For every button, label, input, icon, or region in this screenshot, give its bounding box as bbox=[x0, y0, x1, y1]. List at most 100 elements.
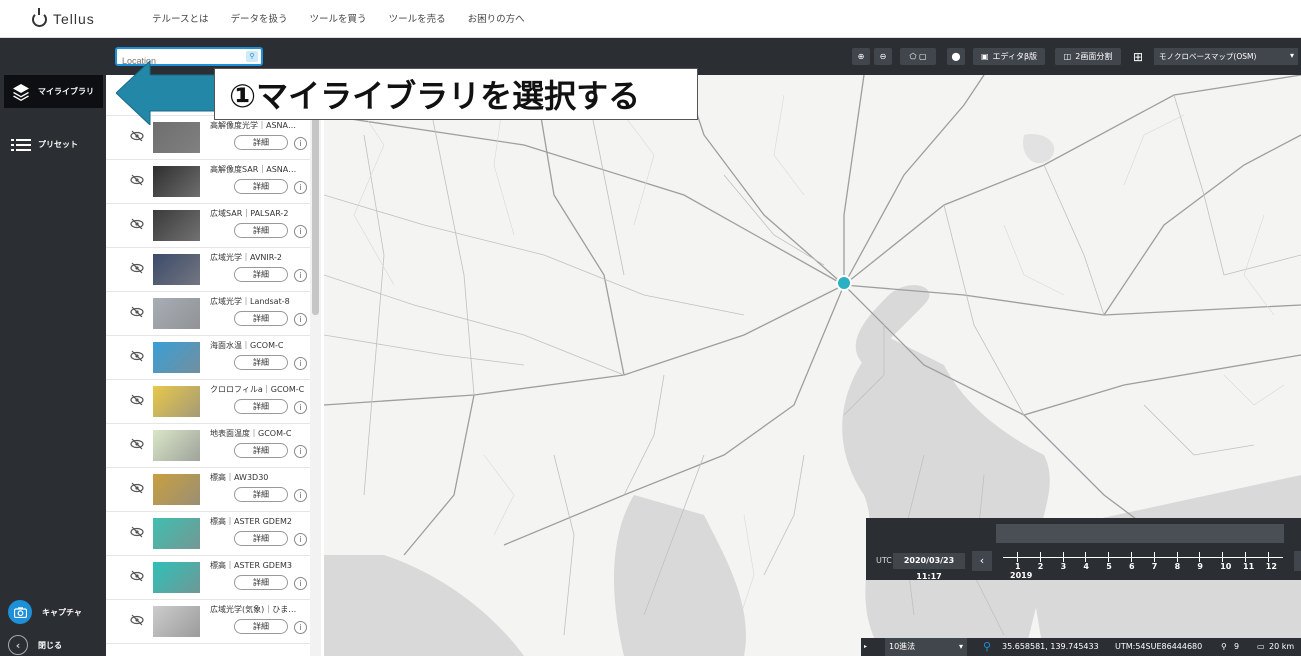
timeline-tick bbox=[1085, 552, 1087, 562]
marker-button[interactable]: ⬤ bbox=[947, 48, 965, 65]
editor-beta-button[interactable]: ▣ エディタβ版 bbox=[973, 48, 1045, 65]
layer-detail-button[interactable]: 詳細 bbox=[234, 399, 288, 414]
current-location-marker[interactable] bbox=[836, 275, 852, 291]
layer-detail-button[interactable]: 詳細 bbox=[234, 355, 288, 370]
layer-row[interactable]: クロロフィルa｜GCOM-C 詳細 i bbox=[106, 380, 310, 424]
eye-slash-icon[interactable] bbox=[130, 218, 144, 232]
zoom-icon: ⚲ bbox=[1221, 642, 1227, 651]
layer-detail-button[interactable]: 詳細 bbox=[234, 531, 288, 546]
timeline-datetime[interactable]: 2020/03/23 11:17 bbox=[893, 553, 965, 581]
layer-detail-button[interactable]: 詳細 bbox=[234, 223, 288, 238]
timeline-tick bbox=[1131, 552, 1132, 562]
info-icon[interactable]: i bbox=[294, 313, 307, 326]
layer-detail-button[interactable]: 詳細 bbox=[234, 311, 288, 326]
info-icon[interactable]: i bbox=[294, 577, 307, 590]
layer-detail-button[interactable]: 詳細 bbox=[234, 487, 288, 502]
dropdown-arrow-icon: ▾ bbox=[958, 642, 963, 651]
layer-detail-button[interactable]: 詳細 bbox=[234, 443, 288, 458]
timeline-range-bar[interactable] bbox=[996, 524, 1284, 543]
timeline-month-label[interactable]: 10 bbox=[1220, 562, 1231, 571]
layer-thumbnail bbox=[153, 518, 200, 549]
nav-link-help[interactable]: お困りの方へ bbox=[468, 11, 525, 25]
basemap-select[interactable]: モノクロベースマップ(OSM) ▾ bbox=[1154, 48, 1298, 65]
timeline-tick bbox=[1153, 552, 1155, 562]
layer-detail-button[interactable]: 詳細 bbox=[234, 267, 288, 282]
nav-link-sell-tools[interactable]: ツールを売る bbox=[389, 11, 446, 25]
info-icon[interactable]: i bbox=[294, 225, 307, 238]
zoom-in-icon: ⊕ bbox=[857, 52, 865, 61]
camera-icon bbox=[8, 600, 32, 624]
eye-slash-icon[interactable] bbox=[130, 350, 144, 364]
layer-row[interactable]: 広域光学｜Landsat-8 詳細 i bbox=[106, 292, 310, 336]
info-icon[interactable]: i bbox=[294, 621, 307, 634]
eye-slash-icon[interactable] bbox=[130, 174, 144, 188]
eye-slash-icon[interactable] bbox=[130, 130, 144, 144]
coordinate-format-select[interactable]: 10進法 ▾ bbox=[885, 638, 967, 656]
layer-row[interactable]: 高解像度SAR｜ASNA… 詳細 i bbox=[106, 160, 310, 204]
editor-label: エディタβ版 bbox=[992, 52, 1038, 61]
scale-icon: ▭ bbox=[1257, 642, 1265, 651]
timeline-month-label[interactable]: 12 bbox=[1266, 562, 1277, 571]
eye-slash-icon[interactable] bbox=[130, 614, 144, 628]
timeline-month-label[interactable]: 7 bbox=[1152, 562, 1158, 571]
info-icon[interactable]: i bbox=[294, 489, 307, 502]
info-icon[interactable]: i bbox=[294, 181, 307, 194]
timeline-month-label[interactable]: 6 bbox=[1129, 562, 1135, 571]
timeline-tick bbox=[1222, 552, 1224, 562]
search-icon[interactable]: ⚲ bbox=[983, 638, 991, 656]
draw-tools-button[interactable]: ⬠ ▢ bbox=[900, 48, 936, 65]
layer-detail-button[interactable]: 詳細 bbox=[234, 619, 288, 634]
tellus-logo[interactable]: Tellus bbox=[32, 7, 95, 28]
timeline-next-button[interactable] bbox=[1294, 551, 1301, 571]
timeline-month-label[interactable]: 9 bbox=[1197, 562, 1203, 571]
sidebar-item-preset[interactable]: プリセット bbox=[4, 128, 103, 161]
timeline-month-label[interactable]: 8 bbox=[1175, 562, 1181, 571]
info-icon[interactable]: i bbox=[294, 401, 307, 414]
timeline-prev-button[interactable]: ‹ bbox=[972, 551, 992, 571]
nav-link-about[interactable]: テルースとは bbox=[152, 11, 209, 25]
eye-slash-icon[interactable] bbox=[130, 570, 144, 584]
layer-detail-button[interactable]: 詳細 bbox=[234, 575, 288, 590]
close-sidebar-button[interactable]: ‹ 閉じる bbox=[8, 635, 62, 655]
layer-detail-button[interactable]: 詳細 bbox=[234, 135, 288, 150]
info-icon[interactable]: i bbox=[294, 137, 307, 150]
eye-slash-icon[interactable] bbox=[130, 306, 144, 320]
info-icon[interactable]: i bbox=[294, 357, 307, 370]
capture-button[interactable]: キャプチャ bbox=[8, 600, 82, 624]
zoom-in-button[interactable]: ⊕ bbox=[852, 48, 870, 65]
timeline-month-label[interactable]: 1 bbox=[1015, 562, 1021, 571]
eye-slash-icon[interactable] bbox=[130, 526, 144, 540]
layer-row[interactable]: 広域SAR｜PALSAR-2 詳細 i bbox=[106, 204, 310, 248]
timeline-tick bbox=[1108, 552, 1110, 562]
layer-row[interactable]: 標高｜ASTER GDEM3 詳細 i bbox=[106, 556, 310, 600]
sidebar-item-my-library[interactable]: マイライブラリ bbox=[4, 75, 103, 108]
eye-slash-icon[interactable] bbox=[130, 438, 144, 452]
layer-row[interactable]: 標高｜ASTER GDEM2 詳細 i bbox=[106, 512, 310, 556]
zoom-out-button[interactable]: ⊖ bbox=[874, 48, 892, 65]
layer-row[interactable]: 広域光学(気象)｜ひま… 詳細 i bbox=[106, 600, 310, 644]
timeline-month-label[interactable]: 3 bbox=[1061, 562, 1067, 571]
layer-row[interactable]: 地表面温度｜GCOM-C 詳細 i bbox=[106, 424, 310, 468]
layer-row[interactable]: 海面水温｜GCOM-C 詳細 i bbox=[106, 336, 310, 380]
timeline-month-label[interactable]: 2 bbox=[1038, 562, 1044, 571]
timeline-month-label[interactable]: 5 bbox=[1106, 562, 1112, 571]
split-screen-button[interactable]: ◫ 2画面分割 bbox=[1055, 48, 1121, 65]
nav-link-buy-tools[interactable]: ツールを買う bbox=[310, 11, 367, 25]
layer-panel-scrollbar[interactable] bbox=[310, 75, 321, 656]
layer-row[interactable]: 標高｜AW3D30 詳細 i bbox=[106, 468, 310, 512]
nav-link-data[interactable]: データを扱う bbox=[231, 11, 288, 25]
grid-button[interactable]: ⊞ bbox=[1128, 48, 1148, 65]
timeline-month-label[interactable]: 4 bbox=[1083, 562, 1089, 571]
eye-slash-icon[interactable] bbox=[130, 262, 144, 276]
eye-slash-icon[interactable] bbox=[130, 394, 144, 408]
info-icon[interactable]: i bbox=[294, 269, 307, 282]
info-icon[interactable]: i bbox=[294, 533, 307, 546]
top-navigation: Tellus テルースとは データを扱う ツールを買う ツールを売る お困りの方… bbox=[0, 0, 1301, 38]
eye-slash-icon[interactable] bbox=[130, 482, 144, 496]
expand-arrow-icon[interactable]: ▸ bbox=[864, 638, 867, 656]
layer-row[interactable]: 広域光学｜AVNIR-2 詳細 i bbox=[106, 248, 310, 292]
timeline-month-label[interactable]: 11 bbox=[1243, 562, 1254, 571]
info-icon[interactable]: i bbox=[294, 445, 307, 458]
search-icon[interactable]: ⚲ bbox=[246, 51, 258, 62]
layer-detail-button[interactable]: 詳細 bbox=[234, 179, 288, 194]
